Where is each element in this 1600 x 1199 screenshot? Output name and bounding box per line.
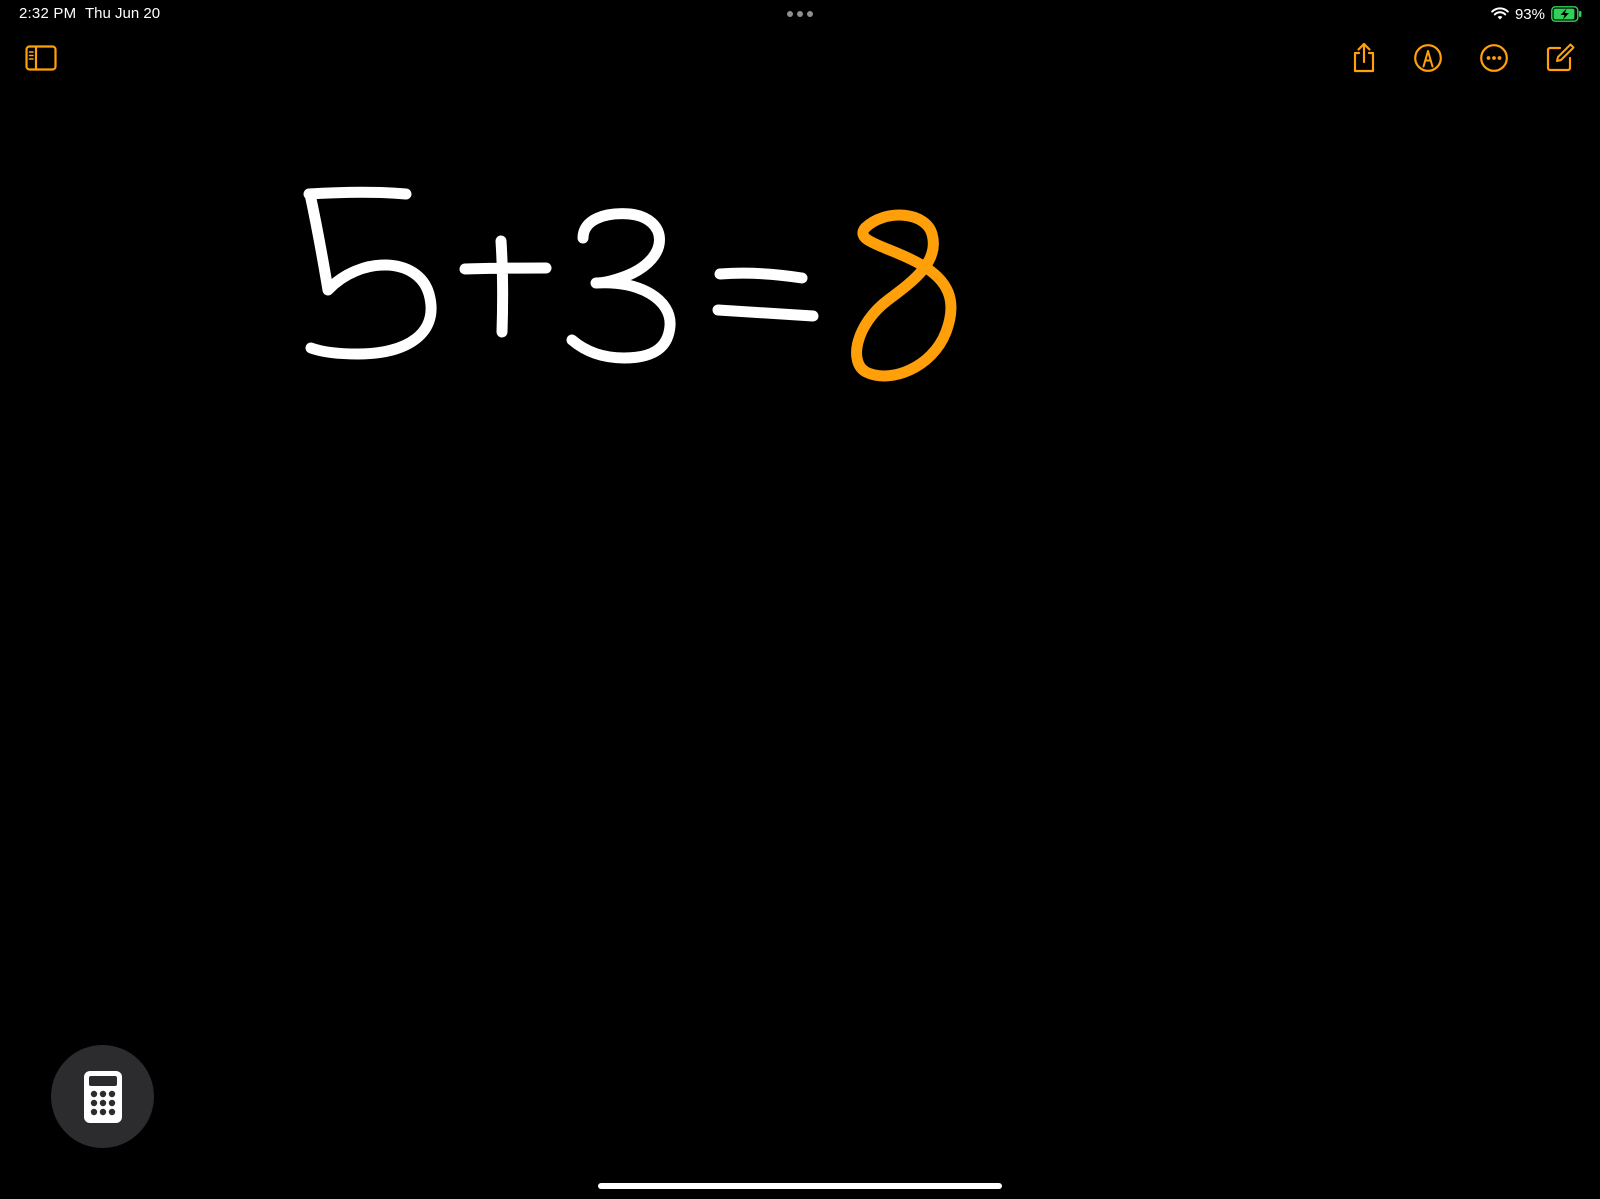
markup-pen-icon — [1414, 44, 1442, 72]
more-icon — [1480, 44, 1508, 72]
sidebar-toggle-icon — [25, 45, 57, 71]
status-bar: 2:32 PM Thu Jun 20 93% — [0, 0, 1600, 28]
notes-screen: 2:32 PM Thu Jun 20 93% — [0, 0, 1600, 1199]
digit-5-stroke — [303, 186, 437, 360]
equals-stroke — [712, 267, 819, 322]
compose-icon — [1546, 43, 1575, 72]
calculator-icon — [83, 1070, 122, 1123]
result-digit-8-stroke — [851, 209, 957, 382]
share-icon — [1353, 42, 1375, 73]
wifi-icon — [1491, 7, 1509, 20]
status-indicators: 93% — [1491, 4, 1582, 24]
status-time: 2:32 PM — [19, 5, 77, 22]
note-canvas[interactable]: 5+3= 8 — [0, 90, 1600, 1150]
more-options-button[interactable] — [1476, 40, 1512, 76]
home-indicator[interactable] — [598, 1183, 1002, 1189]
markup-button[interactable] — [1410, 40, 1446, 76]
status-date: Thu Jun 20 — [85, 5, 161, 22]
multitasking-dots-icon[interactable] — [786, 10, 814, 18]
battery-percent: 93% — [1514, 5, 1545, 23]
compose-note-button[interactable] — [1542, 40, 1578, 76]
share-button[interactable] — [1346, 40, 1382, 76]
handwritten-expression — [303, 186, 819, 364]
plus-stroke — [459, 235, 552, 338]
battery-charging-icon — [1551, 6, 1582, 22]
calculator-button[interactable] — [51, 1045, 154, 1148]
computed-result — [851, 209, 957, 382]
digit-3-stroke — [566, 208, 676, 364]
sidebar-toggle-button[interactable] — [23, 40, 59, 76]
handwriting-layer — [303, 186, 957, 382]
